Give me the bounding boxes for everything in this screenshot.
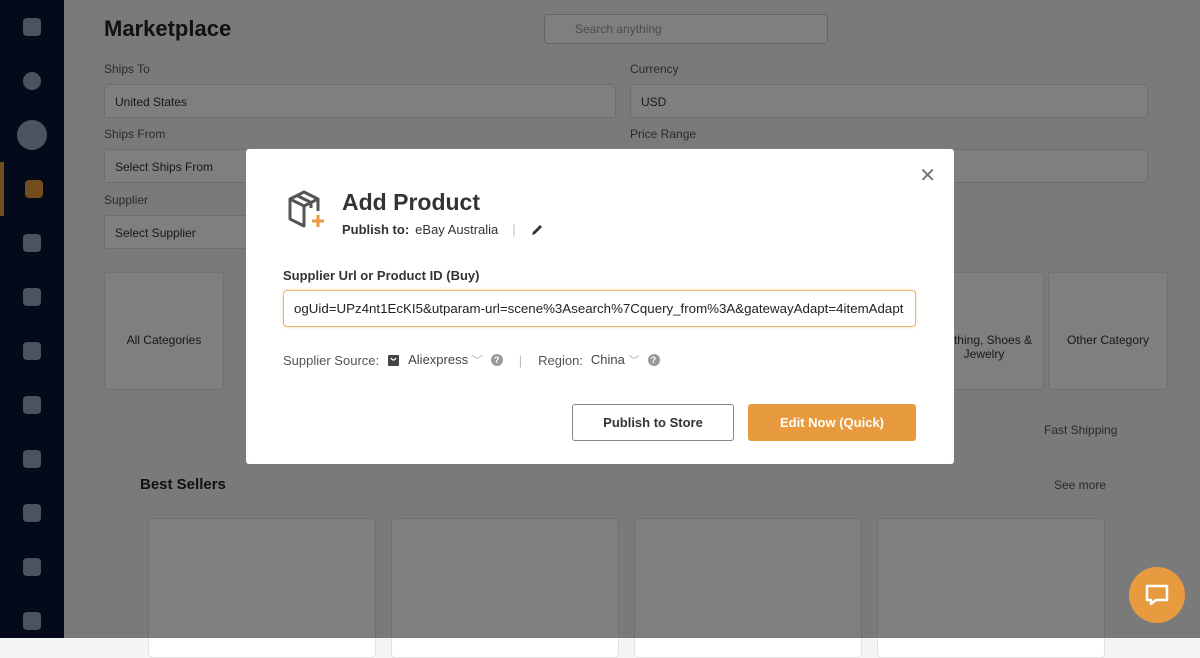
package-add-icon: [288, 190, 324, 228]
publish-to-store-button[interactable]: Publish to Store: [572, 404, 734, 441]
aliexpress-bag-icon: [388, 354, 400, 366]
close-icon[interactable]: ✕: [919, 163, 936, 188]
supplier-source-label: Supplier Source:: [283, 352, 380, 368]
region-label: Region:: [538, 352, 583, 368]
supplier-source-dropdown[interactable]: Aliexpress ﹀: [408, 352, 483, 368]
publish-to: Publish to: eBay Australia |: [342, 222, 544, 237]
add-product-modal: ✕ Add Product Publish to: eBay Australia…: [246, 149, 954, 464]
modal-title: Add Product: [342, 189, 480, 215]
publish-to-label: Publish to:: [342, 222, 410, 237]
url-field-label: Supplier Url or Product ID (Buy): [283, 268, 480, 283]
pencil-icon[interactable]: [530, 223, 544, 237]
supplier-source-value: Aliexpress: [408, 352, 469, 367]
supplier-url-input[interactable]: [283, 290, 916, 327]
region-dropdown[interactable]: China ﹀: [591, 352, 640, 368]
chat-icon: [1145, 584, 1169, 606]
edit-now-quick-button[interactable]: Edit Now (Quick): [748, 404, 916, 441]
region-value: China: [590, 352, 625, 367]
publish-to-value: eBay Australia: [415, 222, 499, 237]
chevron-down-icon: ﹀: [471, 355, 483, 367]
help-icon[interactable]: ?: [647, 354, 660, 366]
supplier-options: Supplier Source: Aliexpress ﹀ ? | Region…: [283, 352, 660, 368]
help-icon[interactable]: ?: [490, 354, 503, 366]
chat-button[interactable]: [1129, 567, 1185, 623]
chevron-down-icon: ﹀: [628, 355, 640, 367]
